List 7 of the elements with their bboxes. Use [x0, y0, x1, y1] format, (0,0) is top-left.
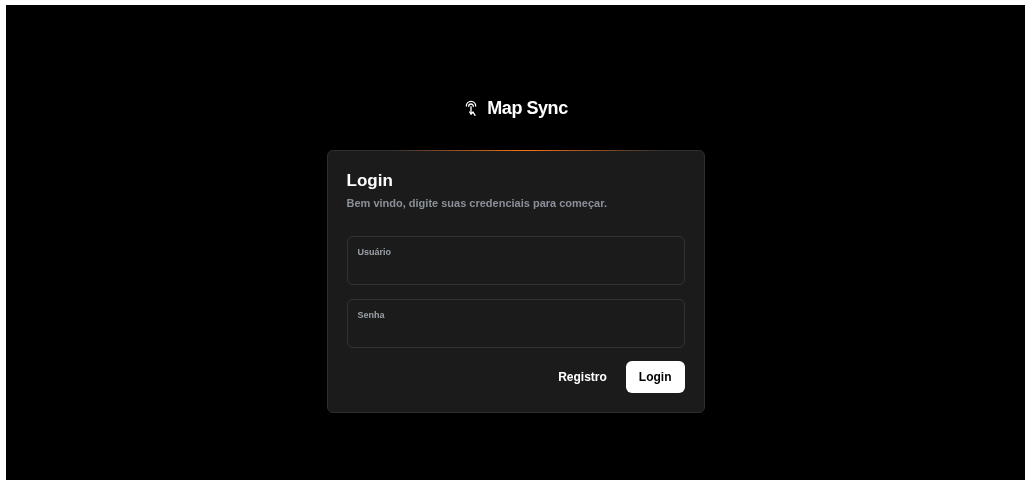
card-title: Login: [346, 171, 394, 191]
input-field[interactable]: Senha: [346, 298, 685, 348]
login-button[interactable]: Login: [625, 360, 685, 393]
app-name: Map Sync: [487, 96, 568, 120]
register-button[interactable]: Registro: [557, 360, 608, 393]
card-subtitle: Bem vindo, digite suas credenciais para começar.: [346, 196, 608, 211]
input-field[interactable]: Usuário: [346, 235, 685, 285]
